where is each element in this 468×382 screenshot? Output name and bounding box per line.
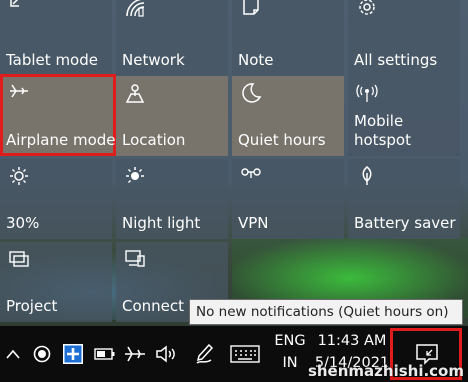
tile-all-settings[interactable]: All settings (348, 0, 460, 76)
battery-saver-icon (356, 165, 378, 187)
tile-project[interactable]: Project (0, 242, 112, 322)
tile-label: Note (238, 51, 274, 69)
tile-label: Location (122, 131, 186, 149)
connect-icon (124, 248, 146, 270)
settings-gear-icon (356, 0, 378, 18)
brightness-icon (8, 165, 30, 187)
location-icon (124, 82, 146, 104)
moon-icon (240, 82, 262, 104)
tile-label: All settings (354, 51, 438, 69)
tile-tablet-mode[interactable]: Tablet mode (0, 0, 112, 76)
tile-label: Mobile hotspot (354, 112, 411, 150)
tile-label: Network (122, 51, 185, 69)
tile-quiet-hours[interactable]: Quiet hours (232, 76, 344, 156)
tile-note[interactable]: Note (232, 0, 344, 76)
tile-label: Connect (122, 297, 185, 315)
note-icon (240, 0, 262, 18)
airplane-icon (8, 80, 30, 102)
tile-label: Project (6, 297, 58, 315)
volume-icon[interactable] (152, 326, 180, 382)
keyboard-icon[interactable] (226, 326, 264, 382)
tile-night-light[interactable]: Night light (116, 159, 228, 239)
language-region: IN (282, 355, 298, 371)
tile-label-line1: Mobile (354, 112, 404, 130)
tablet-mode-icon (8, 0, 30, 18)
show-hidden-icons-chevron-icon[interactable] (2, 326, 24, 382)
battery-icon[interactable] (92, 326, 118, 382)
tile-airplane-mode[interactable]: Airplane mode (0, 74, 116, 156)
hotspot-icon (356, 82, 378, 104)
tile-network[interactable]: Network (116, 0, 228, 76)
quiet-hours-tooltip: No new notifications (Quiet hours on) (189, 299, 463, 325)
network-icon (124, 0, 146, 18)
pen-icon[interactable] (190, 326, 218, 382)
tile-brightness[interactable]: 30% (0, 159, 112, 239)
record-icon[interactable] (30, 326, 54, 382)
tile-label: VPN (238, 214, 269, 232)
tile-mobile-hotspot[interactable]: Mobile hotspot (348, 76, 460, 156)
watermark: shenmazhishi.com (307, 362, 464, 380)
tile-label: Airplane mode (6, 131, 116, 149)
tile-label: Battery saver (354, 214, 456, 232)
project-icon (8, 248, 30, 270)
tile-battery-saver[interactable]: Battery saver (348, 159, 460, 239)
input-language-indicator[interactable]: ENG IN (270, 330, 310, 374)
tile-label: Tablet mode (6, 51, 98, 69)
tile-label: 30% (6, 214, 40, 232)
clock-time: 11:43 AM (317, 333, 387, 349)
app-plus-icon[interactable] (60, 326, 86, 382)
night-light-icon (124, 165, 146, 187)
tile-vpn[interactable]: VPN (232, 159, 344, 239)
airplane-icon[interactable] (122, 326, 148, 382)
tile-label: Night light (122, 214, 201, 232)
language-code: ENG (274, 333, 306, 349)
tile-location[interactable]: Location (116, 76, 228, 156)
tile-label: Quiet hours (238, 131, 326, 149)
tile-label-line2: hotspot (354, 131, 411, 149)
vpn-icon (240, 165, 262, 187)
